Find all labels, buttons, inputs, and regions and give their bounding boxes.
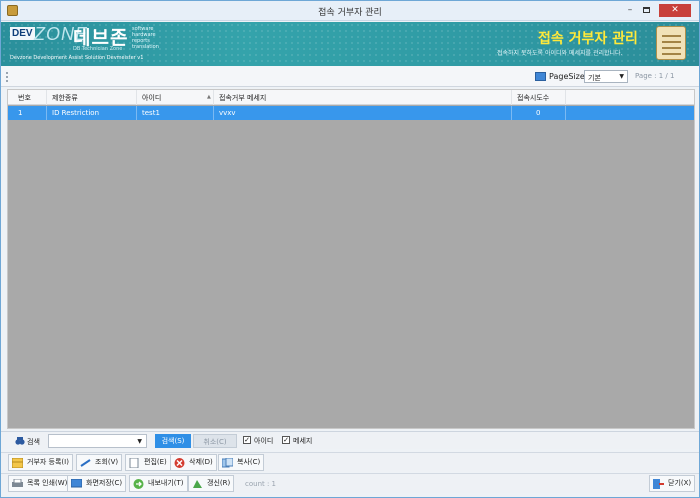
data-grid[interactable]: 번호 제한종류 아이디 ▲ 접속거부 메세지 접속시도수 1 ID Restri… [7, 89, 695, 429]
column-header-id[interactable]: 아이디 [142, 93, 161, 103]
copy-button[interactable]: 복사(C) [218, 454, 265, 471]
logo-footer: Devzone Development Assist Solution Devm… [10, 55, 144, 61]
refresh-button[interactable]: 갱신(R) [188, 475, 235, 492]
query-button[interactable]: 조회(V) [76, 454, 123, 471]
copy-icon [222, 458, 233, 468]
close-window-button[interactable]: ✕ [659, 4, 691, 17]
record-count: count : 1 [245, 480, 277, 488]
checkbox-id[interactable]: ✓ [243, 436, 251, 444]
logo-dev: DEV [10, 27, 35, 40]
column-header-type[interactable]: 제한종류 [52, 93, 78, 103]
header-banner: DEV ZONE 데브존 DB Technician Zone software… [1, 22, 699, 66]
toolbar-grip[interactable] [6, 72, 8, 82]
edit-button[interactable]: 편집(E) [125, 454, 171, 471]
register-button[interactable]: 거부자 등록(I) [8, 454, 73, 471]
cancel-button[interactable]: 취소(C) [193, 434, 237, 448]
monitor-icon [71, 479, 82, 488]
minimize-button[interactable]: – [623, 4, 637, 17]
app-window: 접속 거부자 관리 – ✕ DEV ZONE 데브존 DB Technician… [0, 0, 700, 498]
printer-icon [12, 479, 23, 487]
checkbox-message-label: 메세지 [293, 437, 313, 445]
close-button[interactable]: 닫기(X) [649, 475, 696, 492]
column-header-attempts[interactable]: 접속시도수 [517, 93, 549, 103]
table-row[interactable]: 1 ID Restriction test1 vvxv 0 [8, 106, 694, 120]
action-bar: 거부자 등록(I) 조회(V) 편집(E) 삭제(D) 복사(C) [1, 452, 699, 472]
pagesize-icon [535, 72, 546, 81]
pagesize-label: PageSize [549, 72, 585, 81]
cell-attempts: 0 [536, 109, 541, 117]
delete-button[interactable]: 삭제(D) [170, 454, 217, 471]
banner-description: 접속하지 못하도록 아이디와 메세지를 관리합니다. [497, 50, 623, 57]
export-button[interactable]: 내보내기(T) [129, 475, 188, 492]
cell-message: vvxv [219, 109, 236, 117]
column-header-no[interactable]: 번호 [18, 93, 31, 103]
logo-subtitle: DB Technician Zone [73, 46, 123, 52]
title-bar: 접속 거부자 관리 – ✕ [1, 1, 699, 21]
document-icon [656, 26, 686, 60]
window-title: 접속 거부자 관리 [318, 8, 382, 18]
delete-icon [174, 458, 185, 468]
cell-type: ID Restriction [52, 109, 100, 117]
search-bar: 검색 ▼ 검색(S) 취소(C) ✓ 아이디 ✓ 메세지 [1, 431, 699, 449]
banner-title: 접속 거부자 관리 [538, 31, 638, 47]
grid-header: 번호 제한종류 아이디 ▲ 접속거부 메세지 접속시도수 [8, 90, 694, 105]
maximize-button[interactable] [639, 4, 653, 17]
checkbox-message[interactable]: ✓ [282, 436, 290, 444]
export-icon [133, 479, 144, 489]
chevron-down-icon: ▼ [137, 438, 142, 445]
refresh-icon [193, 480, 202, 488]
action-bar-secondary: 목록 인쇄(W) 화면저장(C) 내보내기(T) 갱신(R) count : 1… [1, 473, 699, 493]
capture-button[interactable]: 화면저장(C) [67, 475, 127, 492]
pagesize-select[interactable]: 기본 ▼ [584, 70, 628, 83]
toolbar: PageSize 기본 ▼ Page : 1 / 1 [1, 66, 699, 87]
search-label: 검색 [27, 438, 40, 446]
table-add-icon [12, 458, 23, 468]
column-header-message[interactable]: 접속거부 메세지 [219, 93, 266, 103]
search-input[interactable]: ▼ [48, 434, 147, 448]
sort-up-icon: ▲ [207, 94, 211, 100]
cell-no: 1 [18, 109, 23, 117]
search-button[interactable]: 검색(S) [155, 434, 191, 448]
checkbox-id-label: 아이디 [254, 437, 274, 445]
cell-id: test1 [142, 109, 160, 117]
maximize-icon [642, 7, 650, 13]
pager-text: Page : 1 / 1 [635, 72, 675, 80]
logo-feature-list: software hardware reports translation [132, 26, 159, 50]
exit-icon [653, 479, 664, 489]
binoculars-icon [15, 437, 25, 445]
document-edit-icon [129, 458, 139, 468]
chevron-down-icon: ▼ [619, 73, 624, 80]
pen-icon [80, 459, 91, 467]
print-button[interactable]: 목록 인쇄(W) [8, 475, 72, 492]
